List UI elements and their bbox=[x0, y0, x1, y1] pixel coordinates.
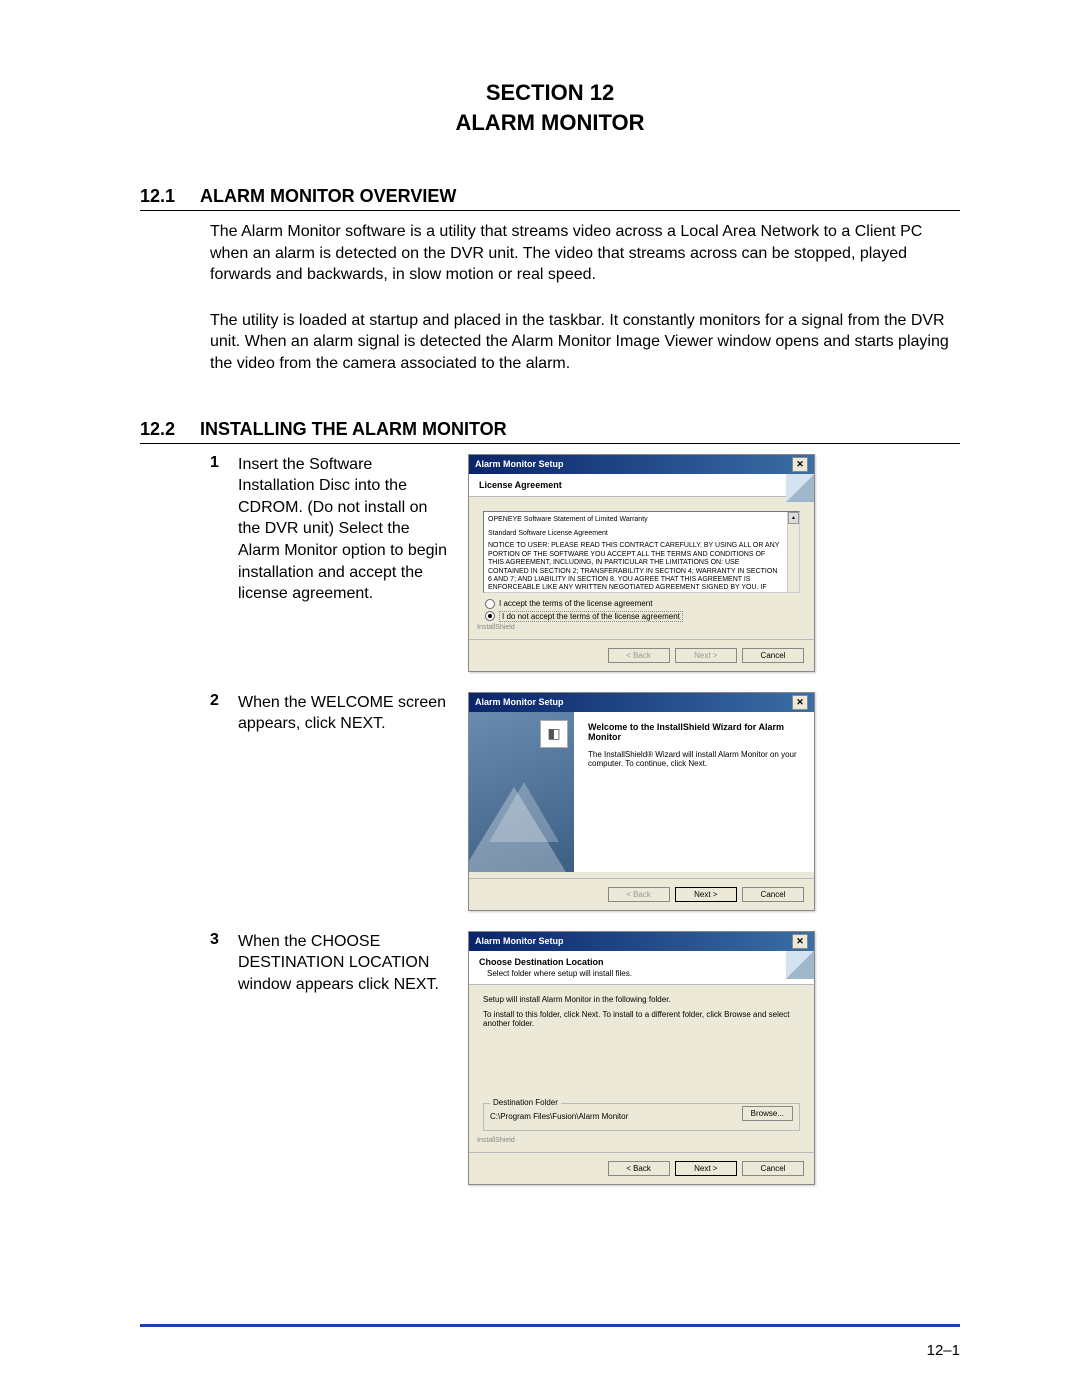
radio-reject[interactable]: I do not accept the terms of the license… bbox=[485, 611, 798, 622]
welcome-main: Welcome to the InstallShield Wizard for … bbox=[574, 712, 814, 872]
overview-paragraph-2: The utility is loaded at startup and pla… bbox=[210, 310, 960, 375]
close-icon[interactable]: ✕ bbox=[792, 457, 808, 472]
license-body: NOTICE TO USER: PLEASE READ THIS CONTRAC… bbox=[488, 542, 781, 592]
titlebar: Alarm Monitor Setup ✕ bbox=[469, 455, 814, 474]
cancel-button[interactable]: Cancel bbox=[742, 887, 804, 902]
button-bar: < Back Next > Cancel bbox=[469, 639, 814, 671]
document-page: SECTION 12 ALARM MONITOR 12.1 ALARM MONI… bbox=[0, 0, 1080, 1397]
button-bar: < Back Next > Cancel bbox=[469, 1152, 814, 1184]
window-title: Alarm Monitor Setup bbox=[475, 697, 564, 707]
heading-text: INSTALLING THE ALARM MONITOR bbox=[200, 419, 507, 440]
section-line1: SECTION 12 bbox=[140, 80, 960, 106]
cancel-button[interactable]: Cancel bbox=[742, 648, 804, 663]
step-number: 3 bbox=[210, 931, 238, 949]
step-text: When the CHOOSE DESTINATION LOCATION win… bbox=[238, 931, 448, 996]
panel-header: License Agreement bbox=[469, 474, 814, 497]
heading-text: ALARM MONITOR OVERVIEW bbox=[200, 186, 456, 207]
dest-line-1: Setup will install Alarm Monitor in the … bbox=[483, 995, 800, 1004]
close-icon[interactable]: ✕ bbox=[792, 934, 808, 949]
radio-accept[interactable]: I accept the terms of the license agreem… bbox=[485, 599, 798, 609]
heading-number: 12.2 bbox=[140, 419, 200, 440]
destination-folder-box: Destination Folder Browse... C:\Program … bbox=[483, 1103, 800, 1131]
radio-icon bbox=[485, 611, 495, 621]
welcome-title: Welcome to the InstallShield Wizard for … bbox=[588, 722, 800, 742]
next-button[interactable]: Next > bbox=[675, 887, 737, 902]
radio-icon bbox=[485, 599, 495, 609]
welcome-window: Alarm Monitor Setup ✕ ◧ Welcome to the I… bbox=[468, 692, 815, 911]
heading-12-1: 12.1 ALARM MONITOR OVERVIEW bbox=[140, 186, 960, 211]
cancel-button[interactable]: Cancel bbox=[742, 1161, 804, 1176]
overview-paragraph-1: The Alarm Monitor software is a utility … bbox=[210, 221, 960, 286]
installshield-brand: InstallShield bbox=[469, 624, 814, 633]
license-top: OPENEYE Software Statement of Limited Wa… bbox=[488, 516, 781, 524]
panel-header: Choose Destination Location Select folde… bbox=[469, 951, 814, 985]
close-icon[interactable]: ✕ bbox=[792, 695, 808, 710]
step-number: 1 bbox=[210, 454, 238, 472]
dest-line-2: To install to this folder, click Next. T… bbox=[483, 1010, 800, 1028]
step-number: 2 bbox=[210, 692, 238, 710]
page-curl-icon bbox=[786, 474, 814, 502]
page-curl-icon bbox=[786, 951, 814, 979]
step-text: When the WELCOME screen appears, click N… bbox=[238, 692, 448, 735]
browse-button[interactable]: Browse... bbox=[742, 1106, 793, 1121]
license-sub: Standard Software License Agreement bbox=[488, 530, 781, 538]
license-agreement-window: Alarm Monitor Setup ✕ License Agreement … bbox=[468, 454, 815, 672]
window-title: Alarm Monitor Setup bbox=[475, 459, 564, 469]
welcome-text: The InstallShield® Wizard will install A… bbox=[588, 750, 800, 768]
button-bar: < Back Next > Cancel bbox=[469, 878, 814, 910]
destination-window: Alarm Monitor Setup ✕ Choose Destination… bbox=[468, 931, 815, 1185]
panel-subtitle: Select folder where setup will install f… bbox=[487, 969, 632, 978]
back-button[interactable]: < Back bbox=[608, 887, 670, 902]
back-button[interactable]: < Back bbox=[608, 1161, 670, 1176]
radio-accept-label: I accept the terms of the license agreem… bbox=[499, 599, 652, 608]
destination-body: Setup will install Alarm Monitor in the … bbox=[469, 985, 814, 1099]
page-number: 12–1 bbox=[927, 1342, 960, 1359]
footer-rule bbox=[140, 1324, 960, 1327]
step-row-2: 2 When the WELCOME screen appears, click… bbox=[210, 692, 960, 911]
scrollbar[interactable]: ▴ bbox=[787, 512, 799, 592]
radio-reject-label: I do not accept the terms of the license… bbox=[499, 611, 683, 622]
next-button[interactable]: Next > bbox=[675, 648, 737, 663]
next-button[interactable]: Next > bbox=[675, 1161, 737, 1176]
installer-box-icon: ◧ bbox=[540, 720, 568, 748]
welcome-side-graphic: ◧ bbox=[469, 712, 574, 872]
panel-title: Choose Destination Location bbox=[479, 957, 632, 967]
back-button[interactable]: < Back bbox=[608, 648, 670, 663]
install-steps: 1 Insert the Software Installation Disc … bbox=[210, 454, 960, 1185]
installshield-brand: InstallShield bbox=[469, 1137, 814, 1146]
heading-12-2: 12.2 INSTALLING THE ALARM MONITOR bbox=[140, 419, 960, 444]
step-row-3: 3 When the CHOOSE DESTINATION LOCATION w… bbox=[210, 931, 960, 1185]
welcome-body: ◧ Welcome to the InstallShield Wizard fo… bbox=[469, 712, 814, 872]
license-text-box: OPENEYE Software Statement of Limited Wa… bbox=[483, 511, 800, 593]
step-row-1: 1 Insert the Software Installation Disc … bbox=[210, 454, 960, 672]
section-line2: ALARM MONITOR bbox=[140, 110, 960, 136]
titlebar: Alarm Monitor Setup ✕ bbox=[469, 932, 814, 951]
heading-number: 12.1 bbox=[140, 186, 200, 207]
titlebar: Alarm Monitor Setup ✕ bbox=[469, 693, 814, 712]
scroll-up-icon[interactable]: ▴ bbox=[788, 512, 799, 524]
destination-folder-label: Destination Folder bbox=[490, 1098, 561, 1107]
panel-title: License Agreement bbox=[479, 480, 562, 490]
step-text: Insert the Software Installation Disc in… bbox=[238, 454, 448, 605]
window-title: Alarm Monitor Setup bbox=[475, 936, 564, 946]
